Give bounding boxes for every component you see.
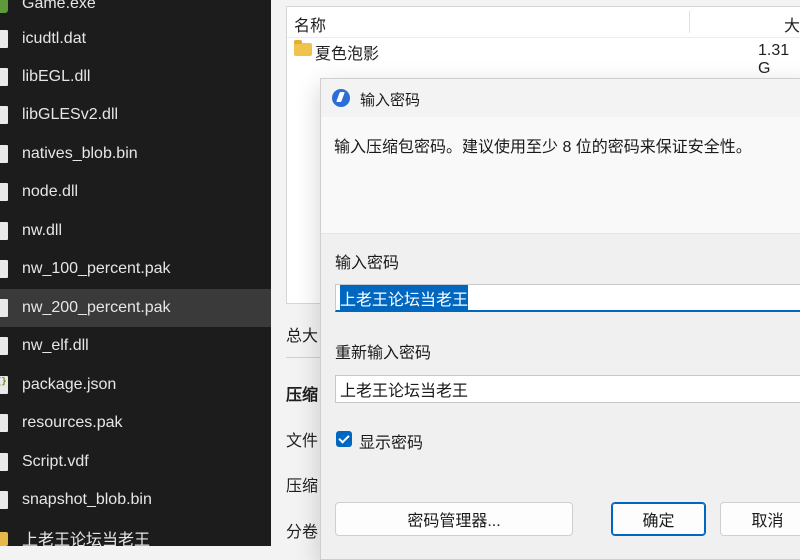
password-input-value: 上老王论坛当老王: [340, 284, 469, 311]
list-header: 名称 大: [287, 7, 800, 38]
file-item-label: icudtl.dat: [22, 30, 87, 47]
reenter-password-label: 重新输入密码: [335, 345, 432, 362]
file-item-label: 上老王论坛当老王: [22, 532, 151, 546]
folder-icon: [0, 532, 8, 546]
file-item-label: libEGL.dll: [22, 68, 91, 85]
file-item-label: resources.pak: [22, 414, 123, 431]
file-icon: [0, 68, 8, 86]
file-explorer-pane: Game.exe icudtl.dat libEGL.dll libGLESv2…: [0, 0, 271, 546]
file-icon: [0, 491, 8, 509]
file-icon: [0, 145, 8, 163]
list-item[interactable]: 夏色泡影 1.31 G: [287, 38, 800, 77]
folder-item[interactable]: 上老王论坛当老王: [0, 519, 271, 546]
file-icon: [0, 183, 8, 201]
file-item-label: nw.dll: [22, 222, 63, 239]
json-icon: [0, 376, 8, 394]
file-item-label: nw_elf.dll: [22, 337, 89, 354]
password-manager-button[interactable]: 密码管理器...: [335, 502, 573, 536]
file-icon: [0, 414, 8, 432]
app-logo-icon: [332, 89, 350, 107]
column-header-name[interactable]: 名称: [294, 12, 326, 36]
file-icon: [0, 337, 8, 355]
dialog-title: 输入密码: [360, 92, 421, 109]
file-icon: [0, 453, 8, 471]
file-item[interactable]: node.dll: [0, 173, 271, 211]
file-item[interactable]: natives_blob.bin: [0, 135, 271, 173]
column-header-size[interactable]: 大: [784, 12, 800, 36]
ok-button[interactable]: 确定: [611, 502, 706, 536]
list-item-name: 夏色泡影: [315, 46, 380, 63]
column-divider[interactable]: [689, 11, 690, 33]
folder-icon: [294, 40, 312, 56]
file-item[interactable]: nw.dll: [0, 212, 271, 250]
file-item[interactable]: snapshot_blob.bin: [0, 481, 271, 519]
file-item-label: nw_200_percent.pak: [22, 299, 171, 316]
file-item-label: libGLESv2.dll: [22, 106, 119, 123]
dialog-titlebar[interactable]: 输入密码: [321, 79, 800, 117]
file-label: 文件: [286, 433, 319, 450]
file-item[interactable]: nw_elf.dll: [0, 327, 271, 365]
compress-heading: 压缩: [286, 387, 319, 404]
file-item-label: natives_blob.bin: [22, 145, 138, 162]
reenter-password-input[interactable]: 上老王论坛当老王: [335, 375, 800, 403]
file-icon: [0, 260, 8, 278]
file-item[interactable]: nw_100_percent.pak: [0, 250, 271, 288]
reenter-password-value: 上老王论坛当老王: [340, 383, 469, 400]
file-item[interactable]: resources.pak: [0, 404, 271, 442]
split-label: 分卷: [286, 524, 319, 541]
game-icon: [0, 0, 8, 13]
file-item-label: Script.vdf: [22, 453, 89, 470]
file-item-label: Game.exe: [22, 0, 96, 12]
password-dialog: 输入密码 输入压缩包密码。建议使用至少 8 位的密码来保证安全性。 输入密码 上…: [320, 78, 800, 560]
divider: [286, 357, 320, 358]
dialog-description-area: 输入压缩包密码。建议使用至少 8 位的密码来保证安全性。: [321, 117, 800, 233]
file-item-label: nw_100_percent.pak: [22, 260, 171, 277]
file-icon: [0, 222, 8, 240]
show-password-checkbox[interactable]: [336, 431, 352, 447]
password-label: 输入密码: [335, 255, 400, 272]
show-password-label[interactable]: 显示密码: [359, 429, 423, 453]
file-item[interactable]: Script.vdf: [0, 443, 271, 481]
file-icon: [0, 30, 8, 48]
file-item[interactable]: libEGL.dll: [0, 58, 271, 96]
file-icon: [0, 299, 8, 317]
file-item-label: node.dll: [22, 183, 79, 200]
cancel-button[interactable]: 取消: [720, 502, 800, 536]
password-input[interactable]: 上老王论坛当老王: [335, 284, 800, 312]
list-item-size: 1.31 G: [758, 42, 790, 77]
total-size-label: 总大: [286, 328, 319, 345]
compress-label: 压缩: [286, 478, 319, 495]
file-item-label: package.json: [22, 376, 117, 393]
file-icon: [0, 106, 8, 124]
file-item-selected[interactable]: nw_200_percent.pak: [0, 289, 271, 327]
file-item[interactable]: libGLESv2.dll: [0, 96, 271, 134]
file-item[interactable]: package.json: [0, 366, 271, 404]
file-item-label: snapshot_blob.bin: [22, 491, 152, 508]
file-item[interactable]: icudtl.dat: [0, 20, 271, 58]
instruction-text: 输入压缩包密码。建议使用至少 8 位的密码来保证安全性。: [334, 139, 752, 156]
